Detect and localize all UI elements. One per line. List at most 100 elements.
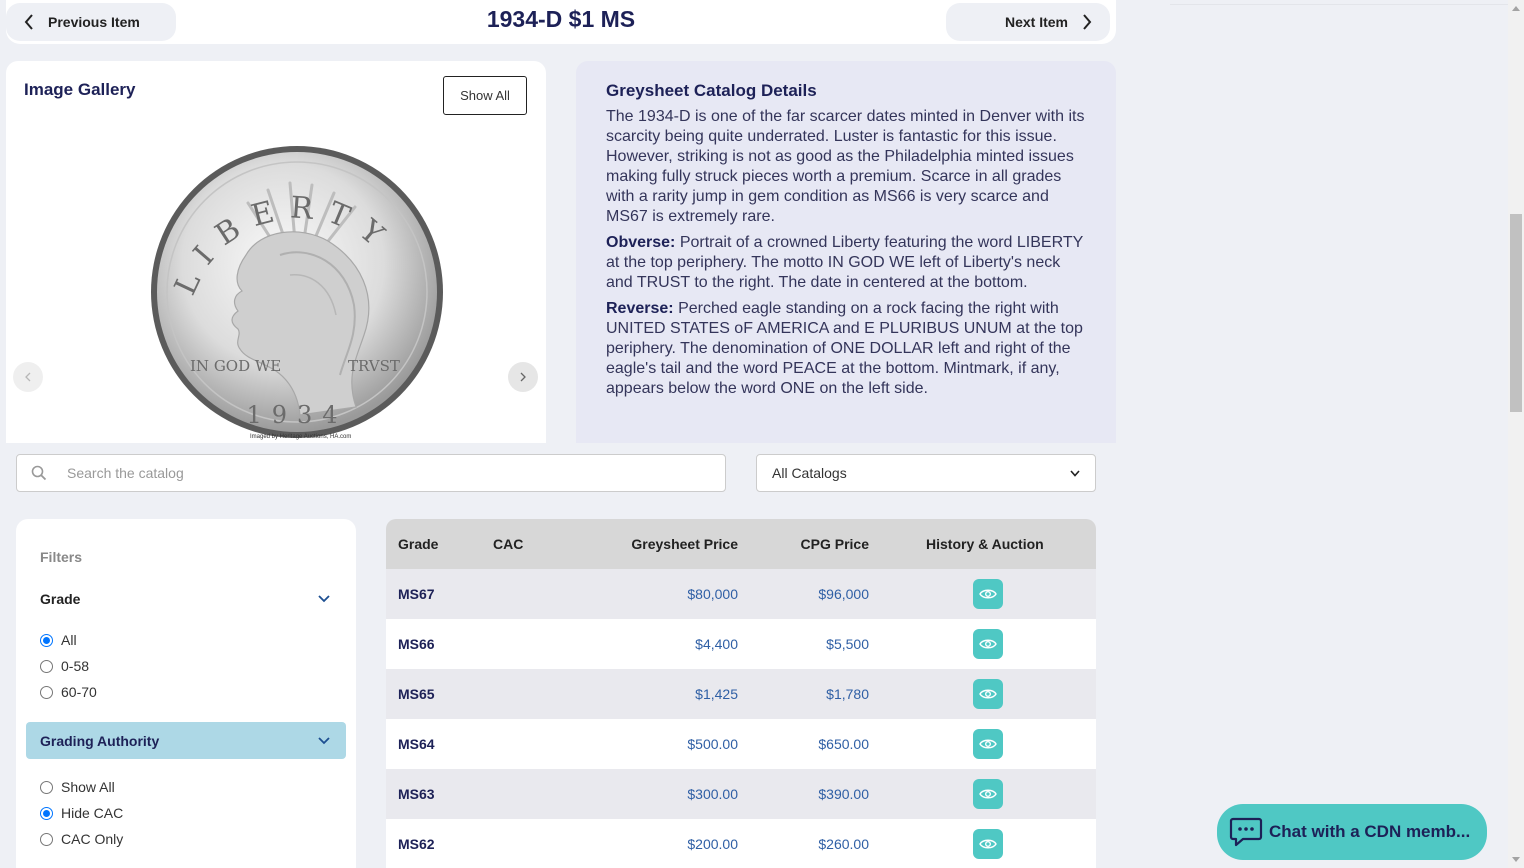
filters-panel: Filters Grade All 0-58 60-70 Grading Aut…	[16, 519, 356, 868]
column-header-history-auction: History & Auction	[926, 536, 1044, 552]
history-button[interactable]	[973, 679, 1003, 709]
cpg-price-cell[interactable]: $1,780	[826, 669, 869, 719]
reverse-label: Reverse:	[606, 300, 674, 317]
chevron-down-icon	[1070, 469, 1080, 477]
catalog-description: The 1934-D is one of the far scarcer dat…	[606, 108, 1085, 225]
authority-option-show-all[interactable]: Show All	[40, 779, 115, 795]
grade-cell: MS64	[398, 736, 435, 752]
catalog-search-box	[16, 454, 726, 492]
table-row: MS66 $4,400 $5,500	[386, 619, 1096, 669]
chevron-left-icon	[24, 14, 33, 30]
grade-option-all[interactable]: All	[40, 632, 77, 648]
grade-cell: MS65	[398, 686, 435, 702]
grade-option-0-58[interactable]: 0-58	[40, 658, 89, 674]
radio-button[interactable]	[40, 633, 53, 647]
table-row: MS63 $300.00 $390.00	[386, 769, 1096, 819]
column-header-cac[interactable]: CAC	[493, 519, 523, 569]
main-column: Previous Item 1934-D $1 MS Next Item Ima…	[0, 0, 1124, 868]
radio-button[interactable]	[40, 780, 53, 794]
grading-authority-filter-toggle[interactable]: Grading Authority	[26, 722, 346, 759]
eye-icon	[979, 589, 997, 599]
image-gallery-panel: Image Gallery Show All LIBERTY IN GOD WE…	[6, 61, 546, 443]
radio-button[interactable]	[40, 806, 53, 820]
grade-option-60-70[interactable]: 60-70	[40, 684, 97, 700]
eye-icon	[979, 789, 997, 799]
reverse-text: Perched eagle standing on a rock facing …	[606, 300, 1083, 397]
scrollbar-thumb[interactable]	[1510, 214, 1522, 412]
chat-button[interactable]: Chat with a CDN memb...	[1217, 804, 1487, 860]
column-header-greysheet-price[interactable]: Greysheet Price	[631, 519, 738, 569]
history-button[interactable]	[973, 829, 1003, 859]
radio-button[interactable]	[40, 659, 53, 673]
chat-bubble-icon	[1229, 817, 1263, 847]
filters-title: Filters	[40, 549, 83, 565]
table-row: MS65 $1,425 $1,780	[386, 669, 1096, 719]
greysheet-price-cell[interactable]: $4,400	[695, 619, 738, 669]
gallery-prev-button[interactable]	[13, 362, 43, 392]
cpg-price-cell[interactable]: $96,000	[818, 569, 869, 619]
previous-item-button[interactable]: Previous Item	[6, 3, 176, 41]
catalog-select[interactable]: All Catalogs	[756, 454, 1096, 492]
greysheet-price-cell[interactable]: $300.00	[687, 769, 738, 819]
coin-image[interactable]: LIBERTY IN GOD WE TRVST 1934	[150, 145, 444, 439]
page-scrollbar[interactable]	[1508, 0, 1524, 868]
scroll-up-arrow[interactable]	[1512, 6, 1520, 11]
authority-option-label: Hide CAC	[61, 805, 124, 821]
right-sidebar-area	[1124, 0, 1508, 868]
table-row: MS62 $200.00 $260.00	[386, 819, 1096, 868]
grade-cell: MS66	[398, 636, 435, 652]
grade-filter-toggle[interactable]: Grade	[26, 580, 346, 617]
history-button[interactable]	[973, 779, 1003, 809]
grading-authority-label: Grading Authority	[40, 732, 160, 749]
grade-cell: MS67	[398, 586, 435, 602]
gallery-next-button[interactable]	[508, 362, 538, 392]
column-header-cpg-price[interactable]: CPG Price	[801, 519, 869, 569]
chevron-right-icon	[1083, 14, 1092, 30]
cpg-price-cell[interactable]: $260.00	[818, 819, 869, 868]
cpg-price-cell[interactable]: $390.00	[818, 769, 869, 819]
greysheet-price-cell[interactable]: $1,425	[695, 669, 738, 719]
history-button[interactable]	[973, 629, 1003, 659]
next-item-button[interactable]: Next Item	[946, 3, 1110, 41]
previous-item-label: Previous Item	[48, 14, 140, 30]
catalog-details-title: Greysheet Catalog Details	[606, 81, 817, 100]
history-button[interactable]	[973, 729, 1003, 759]
obverse-text: Portrait of a crowned Liberty featuring …	[606, 234, 1083, 291]
catalog-select-value: All Catalogs	[772, 465, 847, 481]
svg-text:TRVST: TRVST	[348, 357, 400, 375]
eye-icon	[979, 739, 997, 749]
grade-option-label: All	[61, 632, 77, 648]
grade-option-label: 0-58	[61, 658, 90, 674]
search-icon	[31, 465, 47, 481]
cpg-price-cell[interactable]: $650.00	[818, 719, 869, 769]
column-header-grade[interactable]: Grade	[398, 519, 438, 569]
chevron-down-icon	[318, 736, 330, 744]
radio-button[interactable]	[40, 832, 53, 846]
grade-option-label: 60-70	[61, 684, 97, 700]
divider	[1170, 4, 1508, 5]
greysheet-price-cell[interactable]: $200.00	[687, 819, 738, 868]
cpg-price-cell[interactable]: $5,500	[826, 619, 869, 669]
eye-icon	[979, 639, 997, 649]
reverse-description: Reverse: Perched eagle standing on a roc…	[606, 299, 1086, 399]
history-button[interactable]	[973, 579, 1003, 609]
authority-option-cac-only[interactable]: CAC Only	[40, 831, 123, 847]
item-navigation-bar: Previous Item 1934-D $1 MS Next Item	[6, 0, 1116, 44]
authority-option-label: Show All	[61, 779, 115, 795]
obverse-label: Obverse:	[606, 234, 676, 251]
table-row: MS64 $500.00 $650.00	[386, 719, 1096, 769]
grade-filter-label: Grade	[40, 590, 81, 607]
scroll-down-arrow[interactable]	[1512, 857, 1520, 862]
catalog-details-panel: Greysheet Catalog Details The 1934-D is …	[576, 61, 1116, 443]
radio-button[interactable]	[40, 685, 53, 699]
table-row: MS67 $80,000 $96,000	[386, 569, 1096, 619]
authority-option-hide-cac[interactable]: Hide CAC	[40, 805, 123, 821]
search-input[interactable]	[67, 456, 707, 490]
greysheet-price-cell[interactable]: $80,000	[687, 569, 738, 619]
table-header: Grade CAC Greysheet Price CPG Price Hist…	[386, 519, 1096, 569]
eye-icon	[979, 689, 997, 699]
price-table: Grade CAC Greysheet Price CPG Price Hist…	[386, 519, 1096, 868]
greysheet-price-cell[interactable]: $500.00	[687, 719, 738, 769]
show-all-images-button[interactable]: Show All	[443, 76, 527, 115]
grade-cell: MS62	[398, 836, 435, 852]
